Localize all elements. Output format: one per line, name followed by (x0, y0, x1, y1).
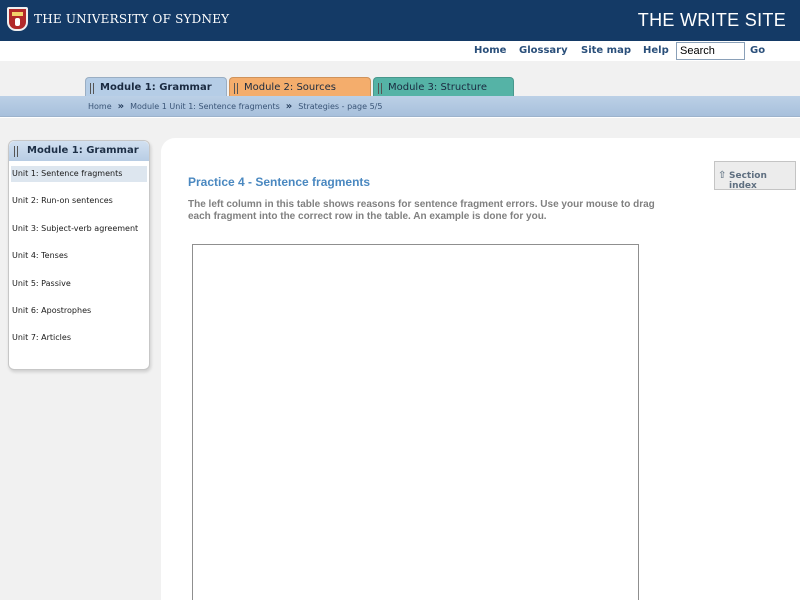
go-button[interactable]: Go (750, 45, 765, 56)
grip-icon (234, 83, 238, 94)
breadcrumb-unit[interactable]: Module 1 Unit 1: Sentence fragments (130, 102, 280, 111)
grip-icon (90, 83, 94, 94)
sidebar-header: Module 1: Grammar (9, 141, 149, 161)
breadcrumb-current: Strategies - page 5/5 (298, 102, 383, 111)
tab-label: Module 3: Structure (388, 82, 487, 93)
double-chevron-right-icon: » (285, 101, 293, 112)
university-name: THE UNIVERSITY OF SYDNEY (34, 12, 230, 26)
sidebar-item-unit-4[interactable]: Unit 4: Tenses (11, 248, 147, 264)
sidebar-item-unit-5[interactable]: Unit 5: Passive (11, 276, 147, 292)
tab-module-1[interactable]: Module 1: Grammar (85, 77, 227, 97)
sidebar: Module 1: Grammar Unit 1: Sentence fragm… (8, 140, 150, 370)
home-link[interactable]: Home (474, 45, 506, 56)
page-title: Practice 4 - Sentence fragments (188, 175, 371, 189)
university-crest-icon (7, 7, 28, 31)
tab-label: Module 2: Sources (244, 82, 337, 93)
tab-label: Module 1: Grammar (100, 82, 212, 93)
main-content: Practice 4 - Sentence fragments The left… (161, 138, 800, 600)
section-index-label: Section index (729, 171, 767, 191)
sidebar-item-unit-1[interactable]: Unit 1: Sentence fragments (11, 166, 147, 182)
breadcrumb: Home » Module 1 Unit 1: Sentence fragmen… (88, 101, 382, 112)
site-map-link[interactable]: Site map (581, 45, 631, 56)
sidebar-item-unit-3[interactable]: Unit 3: Subject-verb agreement (11, 221, 147, 237)
module-tab-strip: Module 1: Grammar Module 2: Sources Modu… (0, 61, 800, 97)
instructions-text: The left column in this table shows reas… (188, 199, 655, 222)
grip-icon (14, 146, 18, 157)
breadcrumb-bar: Home » Module 1 Unit 1: Sentence fragmen… (0, 96, 800, 117)
sidebar-title: Module 1: Grammar (27, 145, 139, 156)
search-input[interactable] (676, 42, 745, 60)
glossary-link[interactable]: Glossary (519, 45, 568, 56)
site-banner: THE UNIVERSITY OF SYDNEY THE WRITE SITE (0, 0, 800, 41)
breadcrumb-home[interactable]: Home (88, 102, 112, 111)
help-link[interactable]: Help (643, 45, 669, 56)
university-logo[interactable]: THE UNIVERSITY OF SYDNEY (7, 7, 229, 31)
arrow-up-icon: ⇧ (718, 170, 727, 181)
section-index-button[interactable]: ⇧ Section index (714, 161, 796, 191)
tab-module-3[interactable]: Module 3: Structure (373, 77, 514, 97)
site-title[interactable]: THE WRITE SITE (638, 10, 786, 31)
tab-module-2[interactable]: Module 2: Sources (229, 77, 371, 97)
grip-icon (378, 83, 382, 94)
sidebar-item-unit-7[interactable]: Unit 7: Articles (11, 330, 147, 346)
practice-activity-frame[interactable] (192, 244, 639, 600)
utility-nav: Home Glossary Site map Help Go (0, 41, 800, 61)
double-chevron-right-icon: » (117, 101, 125, 112)
sidebar-item-unit-6[interactable]: Unit 6: Apostrophes (11, 303, 147, 319)
sidebar-item-unit-2[interactable]: Unit 2: Run-on sentences (11, 193, 147, 209)
